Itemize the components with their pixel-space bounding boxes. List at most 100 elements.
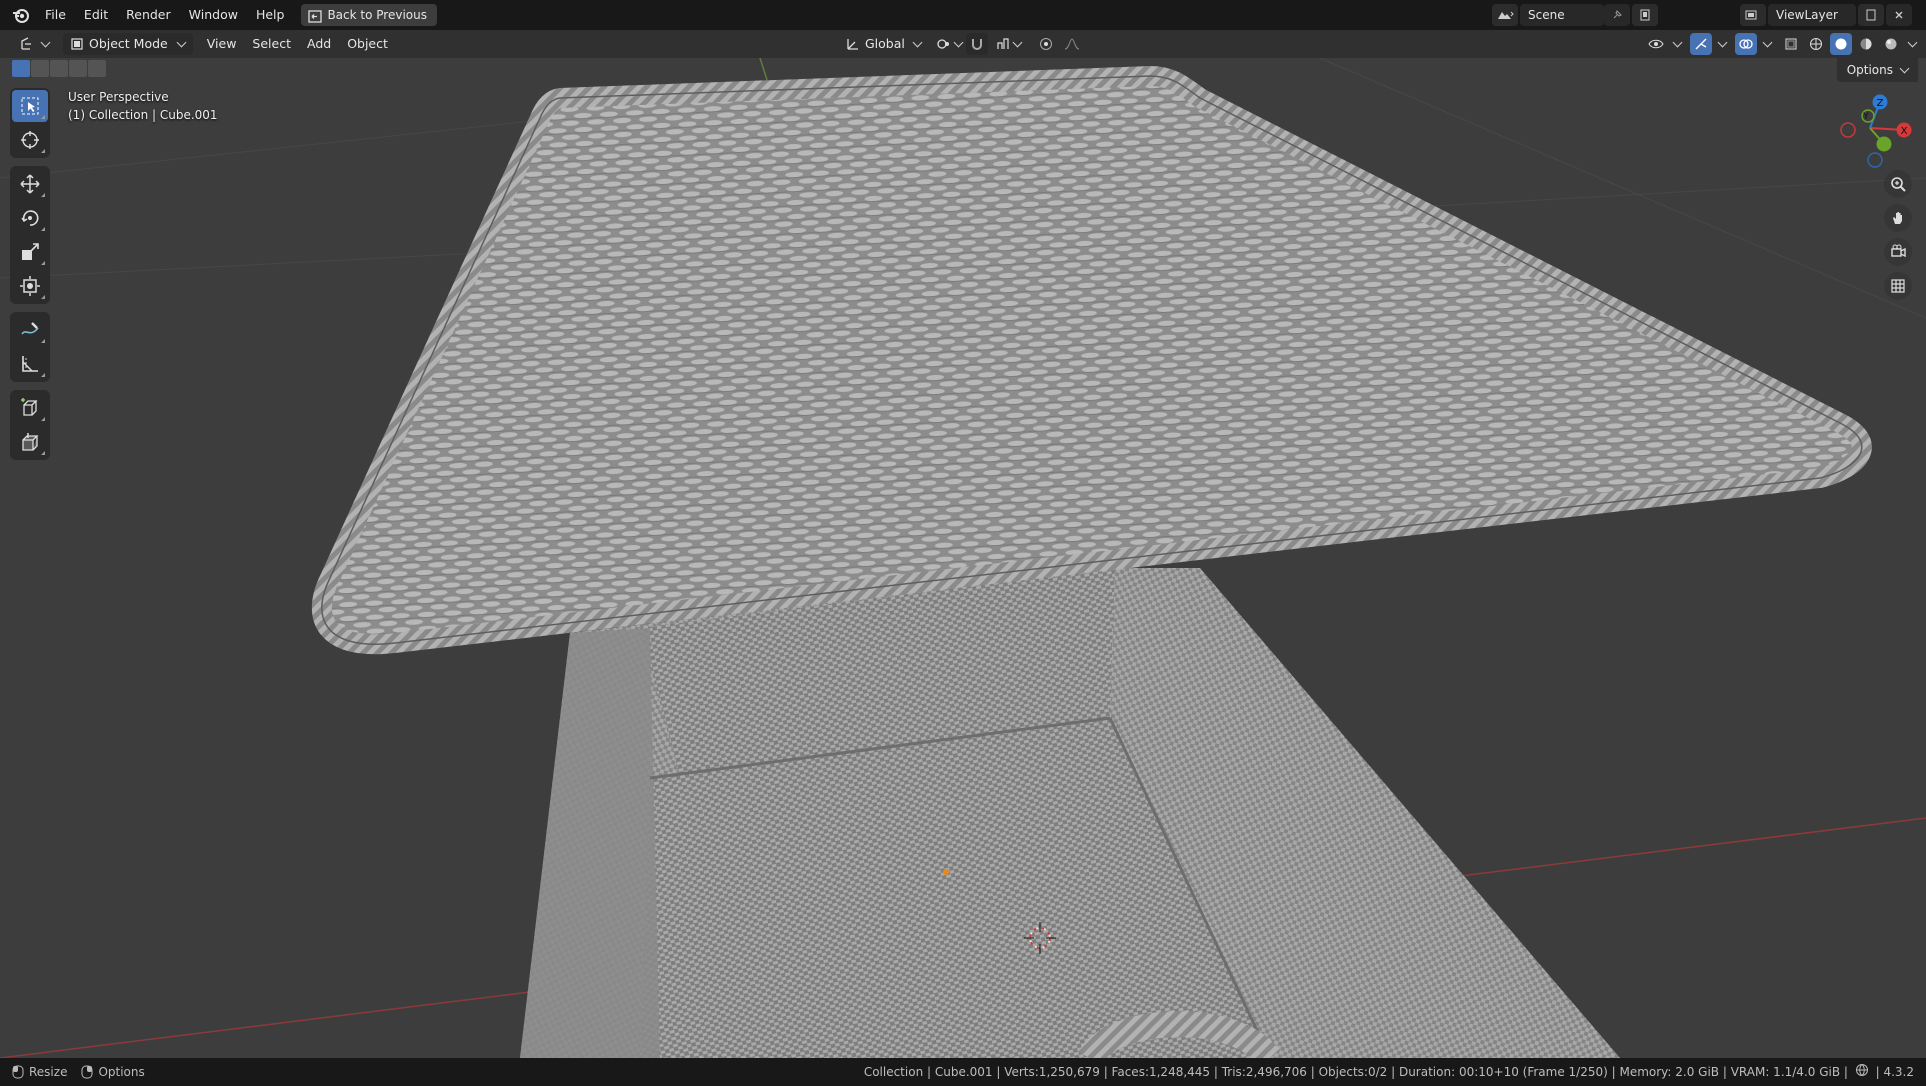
new-scene-icon[interactable] <box>1632 4 1658 26</box>
rendered-shading-icon[interactable] <box>1880 33 1902 55</box>
top-menu-bar: File Edit Render Window Help Back to Pre… <box>0 0 1926 30</box>
xray-toggle-icon[interactable] <box>1780 33 1802 55</box>
menu-render[interactable]: Render <box>117 4 180 26</box>
status-options-label: Options <box>98 1065 145 1079</box>
tool-shelf <box>10 88 50 466</box>
navigation-buttons <box>1884 170 1912 300</box>
status-options-hint: Options <box>81 1065 145 1079</box>
select-extend-icon[interactable] <box>31 60 49 77</box>
viewport-header: Object Mode View Select Add Object Globa… <box>0 30 1926 58</box>
snap-target-icon[interactable] <box>992 33 1014 55</box>
version-label: 4.3.2 <box>1883 1065 1914 1079</box>
visibility-icon[interactable] <box>1645 33 1667 55</box>
global-axes-icon <box>847 39 858 50</box>
add-cube-tool-icon[interactable] <box>12 392 48 424</box>
viewport-options-button[interactable]: Options <box>1836 58 1918 82</box>
snap-toggle-icon[interactable] <box>965 33 988 55</box>
3d-viewport[interactable]: User Perspective (1) Collection | Cube.0… <box>0 58 1926 1058</box>
pan-hand-icon[interactable] <box>1884 204 1912 232</box>
proportional-editing-icon[interactable] <box>1035 33 1057 55</box>
transform-controls: Global <box>838 33 1083 55</box>
globe-icon <box>1855 1059 1869 1086</box>
options-label: Options <box>1846 63 1893 77</box>
scene-render <box>0 58 1926 1058</box>
status-resize-label: Resize <box>29 1065 68 1079</box>
mouse-right-icon <box>81 1065 93 1079</box>
menu-file[interactable]: File <box>36 4 75 26</box>
view-layer-name-field[interactable]: ViewLayer <box>1768 4 1856 26</box>
gizmo-z-label: Z <box>1877 98 1884 109</box>
material-shading-icon[interactable] <box>1855 33 1877 55</box>
navigation-gizmo[interactable]: Z X Y <box>1822 88 1912 168</box>
wireframe-shading-icon[interactable] <box>1805 33 1827 55</box>
view-layer-icon <box>1745 10 1757 20</box>
gizmo-y-icon <box>1876 136 1892 152</box>
scene-statistics: Collection | Cube.001 | Verts:1,250,679 … <box>864 1058 1914 1086</box>
view-layer-browse-button[interactable] <box>1740 4 1766 26</box>
select-invert-icon[interactable] <box>69 60 87 77</box>
back-to-previous-label: Back to Previous <box>327 8 427 22</box>
status-bar: Resize Options Collection | Cube.001 | V… <box>0 1058 1926 1086</box>
object-origin <box>943 869 949 875</box>
rotate-tool-icon[interactable] <box>12 202 48 234</box>
gizmo-toggle-icon[interactable] <box>1690 33 1712 55</box>
mouse-left-icon <box>12 1065 24 1079</box>
ortho-grid-icon[interactable] <box>1884 272 1912 300</box>
basket-tabletop <box>311 66 1872 655</box>
transform-orientation-label: Global <box>865 36 905 51</box>
transform-orientation-selector[interactable]: Global <box>838 33 929 55</box>
menu-view[interactable]: View <box>199 33 245 55</box>
gizmo-y-label: Y <box>1862 112 1869 122</box>
pivot-point-icon[interactable] <box>933 33 955 55</box>
mode-label: Object Mode <box>89 36 168 51</box>
move-tool-icon[interactable] <box>12 168 48 200</box>
object-mode-icon <box>71 38 83 50</box>
viewport-info-overlay: User Perspective (1) Collection | Cube.0… <box>68 88 218 124</box>
select-intersect-icon[interactable] <box>88 60 106 77</box>
collection-label: (1) Collection | Cube.001 <box>68 108 218 122</box>
menu-window[interactable]: Window <box>180 4 247 26</box>
measure-tool-icon[interactable] <box>12 348 48 380</box>
stats-text: Collection | Cube.001 | Verts:1,250,679 … <box>863 1065 1848 1079</box>
scale-tool-icon[interactable] <box>12 236 48 268</box>
mode-selector[interactable]: Object Mode <box>63 33 193 55</box>
solid-shading-icon[interactable] <box>1830 33 1852 55</box>
back-to-previous-button[interactable]: Back to Previous <box>301 4 437 26</box>
scene-icon <box>1498 11 1514 19</box>
menu-add[interactable]: Add <box>299 33 339 55</box>
blender-logo-icon[interactable] <box>6 0 36 30</box>
3d-viewport-icon <box>21 37 31 50</box>
menu-select[interactable]: Select <box>244 33 299 55</box>
select-new-icon[interactable] <box>12 60 30 77</box>
scene-browse-button[interactable] <box>1492 4 1518 26</box>
basket-body <box>520 568 1620 1058</box>
cursor-tool-icon[interactable] <box>12 124 48 156</box>
perspective-label: User Perspective <box>68 90 169 104</box>
camera-view-icon[interactable] <box>1884 238 1912 266</box>
select-mode-buttons <box>12 60 106 77</box>
extrude-tool-icon[interactable] <box>12 426 48 458</box>
status-resize-hint: Resize <box>12 1065 67 1079</box>
remove-view-layer-icon[interactable] <box>1886 4 1912 26</box>
overlays-toggle-icon[interactable] <box>1735 33 1757 55</box>
falloff-icon[interactable] <box>1061 33 1083 55</box>
menu-help[interactable]: Help <box>247 4 294 26</box>
scene-selector: Scene <box>1492 4 1658 26</box>
annotate-tool-icon[interactable] <box>12 314 48 346</box>
new-view-layer-icon[interactable] <box>1858 4 1884 26</box>
gizmo-neg-z-icon <box>1867 152 1883 168</box>
menu-object[interactable]: Object <box>339 33 396 55</box>
menu-edit[interactable]: Edit <box>75 4 117 26</box>
gizmo-x-label: X <box>1901 126 1908 137</box>
back-screen-icon <box>308 8 323 23</box>
gizmo-neg-x-icon <box>1840 122 1856 138</box>
viewport-shading-controls <box>1645 33 1918 55</box>
select-box-tool-icon[interactable] <box>12 90 48 122</box>
editor-type-button[interactable] <box>12 33 57 55</box>
pin-scene-icon[interactable] <box>1604 4 1630 26</box>
transform-tool-icon[interactable] <box>12 270 48 302</box>
view-layer-selector: ViewLayer <box>1740 4 1912 26</box>
scene-name-field[interactable]: Scene <box>1520 4 1604 26</box>
select-subtract-icon[interactable] <box>50 60 68 77</box>
zoom-icon[interactable] <box>1884 170 1912 198</box>
